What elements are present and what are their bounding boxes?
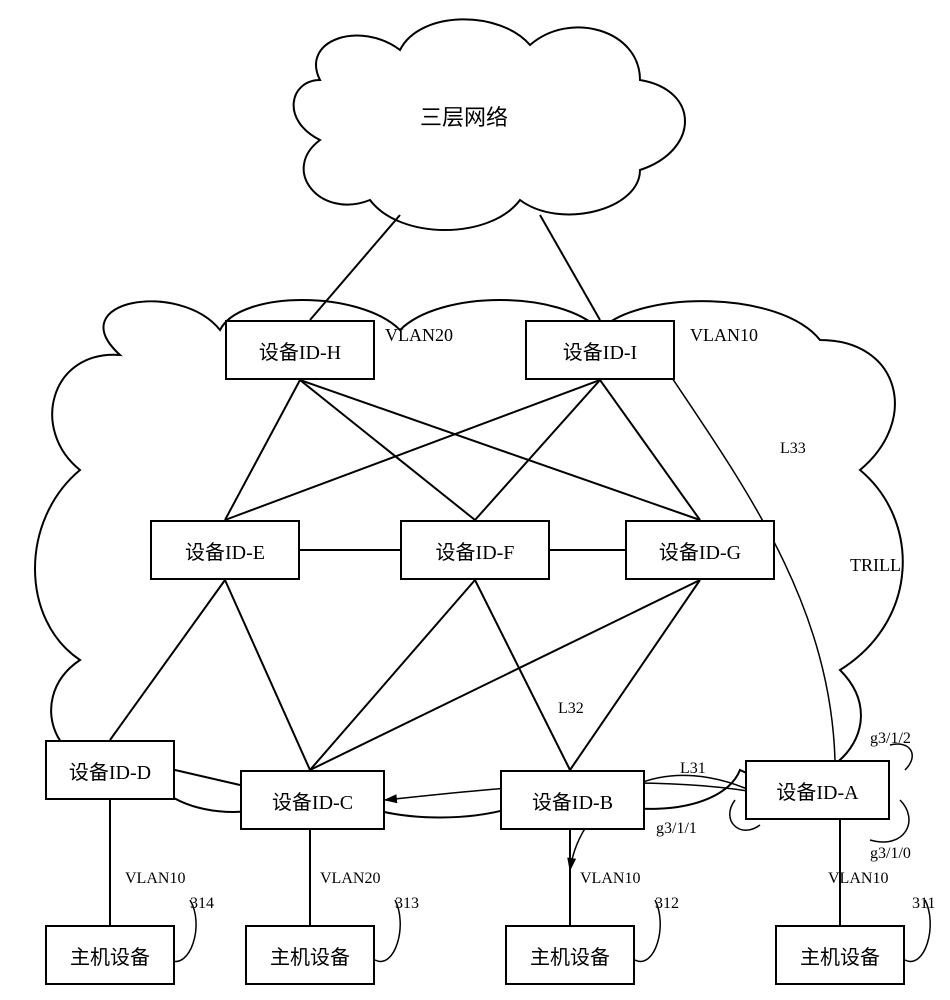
edge <box>300 380 700 520</box>
edge <box>475 580 570 770</box>
host-312: 主机设备 <box>505 925 635 985</box>
edge <box>300 380 475 520</box>
host-311: 主机设备 <box>775 925 905 985</box>
host-313: 主机设备 <box>245 925 375 985</box>
edge <box>310 580 700 770</box>
label-l33: L33 <box>780 440 806 458</box>
vlan-i: VLAN10 <box>690 325 758 346</box>
ref-312: 312 <box>655 895 679 913</box>
trill-label: TRILL <box>850 555 901 576</box>
edge <box>225 580 310 770</box>
edge <box>475 380 600 520</box>
edge <box>175 770 240 785</box>
diagram-canvas <box>0 0 950 1000</box>
vlan-host-312: VLAN10 <box>580 870 640 888</box>
label-g310: g3/1/0 <box>870 845 911 863</box>
device-h: 设备ID-H <box>225 320 375 380</box>
device-b: 设备ID-B <box>500 770 645 830</box>
edge <box>225 380 300 520</box>
edge <box>310 215 400 320</box>
vlan-host-311: VLAN10 <box>828 870 888 888</box>
edge <box>225 380 600 520</box>
device-a: 设备ID-A <box>745 760 890 820</box>
edge <box>570 580 700 770</box>
device-d: 设备ID-D <box>45 740 175 800</box>
device-e: 设备ID-E <box>150 520 300 580</box>
device-c: 设备ID-C <box>240 770 385 830</box>
vlan-h: VLAN20 <box>385 325 453 346</box>
edge <box>540 215 600 320</box>
label-g311: g3/1/1 <box>656 820 697 838</box>
edge <box>310 580 475 770</box>
edge <box>110 580 225 740</box>
host-314: 主机设备 <box>45 925 175 985</box>
device-g: 设备ID-G <box>625 520 775 580</box>
cloud-top-label: 三层网络 <box>420 100 508 132</box>
ref-313: 313 <box>395 895 419 913</box>
label-g312: g3/1/2 <box>870 730 911 748</box>
label-l32: L32 <box>558 700 584 718</box>
vlan-host-313: VLAN20 <box>320 870 380 888</box>
label-l31: L31 <box>680 760 706 778</box>
device-i: 设备ID-I <box>525 320 675 380</box>
device-f: 设备ID-F <box>400 520 550 580</box>
edge <box>600 380 700 520</box>
ref-311: 311 <box>912 895 935 913</box>
ref-314: 314 <box>190 895 214 913</box>
vlan-host-314: VLAN10 <box>125 870 185 888</box>
